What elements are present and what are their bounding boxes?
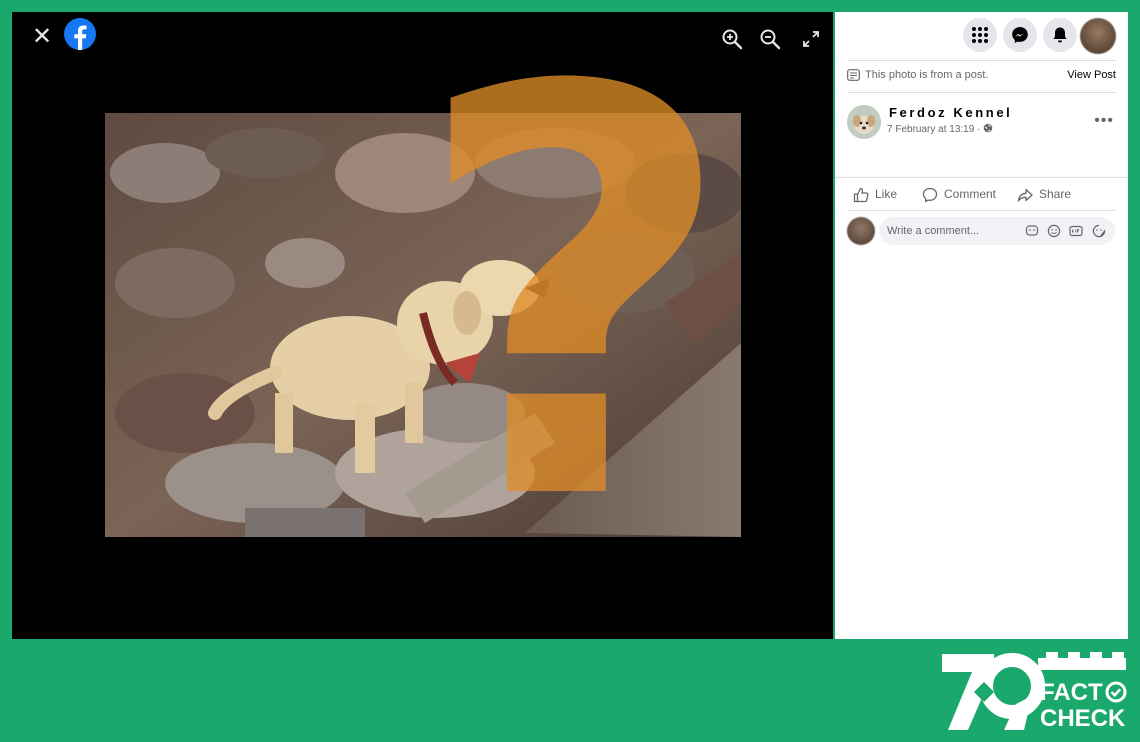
globe-icon bbox=[983, 123, 993, 133]
question-mark-overlay: ? bbox=[412, 12, 737, 624]
comment-placeholder: Write a comment... bbox=[887, 225, 980, 237]
post-timestamp[interactable]: 7 February at 13:19 · bbox=[887, 123, 993, 135]
account-avatar[interactable] bbox=[1080, 18, 1116, 54]
avatar-sticker-icon[interactable] bbox=[1025, 224, 1039, 238]
top-divider bbox=[847, 60, 1116, 61]
messenger-icon[interactable] bbox=[1003, 18, 1037, 52]
comment-button[interactable]: Comment bbox=[922, 184, 1012, 206]
facebook-logo[interactable] bbox=[64, 18, 96, 50]
fact-check-logo: FACT CHECK bbox=[942, 652, 1127, 732]
sticker-icon[interactable] bbox=[1092, 224, 1106, 238]
actions-divider bbox=[847, 210, 1116, 211]
check-label: CHECK bbox=[1040, 705, 1126, 732]
like-button[interactable]: Like bbox=[853, 184, 913, 206]
share-icon bbox=[1017, 188, 1033, 202]
thumbs-up-icon bbox=[853, 187, 869, 203]
author-avatar[interactable] bbox=[847, 105, 881, 139]
header-divider bbox=[847, 92, 1116, 93]
zoom-out-icon[interactable] bbox=[759, 28, 781, 50]
more-options-button[interactable]: ••• bbox=[1094, 112, 1114, 130]
post-date[interactable]: 7 February at 13:19 · bbox=[887, 124, 983, 135]
gif-icon[interactable] bbox=[1069, 224, 1083, 238]
share-button[interactable]: Share bbox=[1017, 184, 1097, 206]
emoji-icon[interactable] bbox=[1047, 224, 1061, 238]
comment-label: Comment bbox=[944, 187, 997, 201]
fact-label: FACT bbox=[1040, 679, 1103, 706]
commenter-avatar[interactable] bbox=[847, 217, 875, 245]
fullscreen-icon[interactable] bbox=[800, 28, 822, 50]
like-label: Like bbox=[875, 187, 898, 201]
from-post-text: This photo is from a post. bbox=[865, 69, 989, 81]
post-divider bbox=[835, 177, 1128, 178]
author-name[interactable]: Ferdoz Kennel bbox=[889, 105, 1012, 120]
menu-grid-icon[interactable] bbox=[963, 18, 997, 52]
close-icon[interactable]: ✕ bbox=[30, 25, 54, 49]
share-label: Share bbox=[1039, 187, 1072, 201]
view-post-link[interactable]: View Post bbox=[1067, 69, 1116, 81]
comment-input[interactable]: Write a comment... bbox=[879, 217, 1115, 245]
top-bar-icons bbox=[835, 18, 1128, 54]
post-actions: Like Comment Share bbox=[847, 184, 1116, 206]
post-icon bbox=[847, 69, 860, 81]
post-side-panel: This photo is from a post. View Post Fer… bbox=[835, 12, 1128, 639]
photo-viewer: ✕ ? bbox=[12, 12, 833, 639]
notifications-icon[interactable] bbox=[1043, 18, 1077, 52]
from-post-notice: This photo is from a post. View Post bbox=[847, 68, 1116, 84]
comment-icon bbox=[922, 187, 938, 203]
